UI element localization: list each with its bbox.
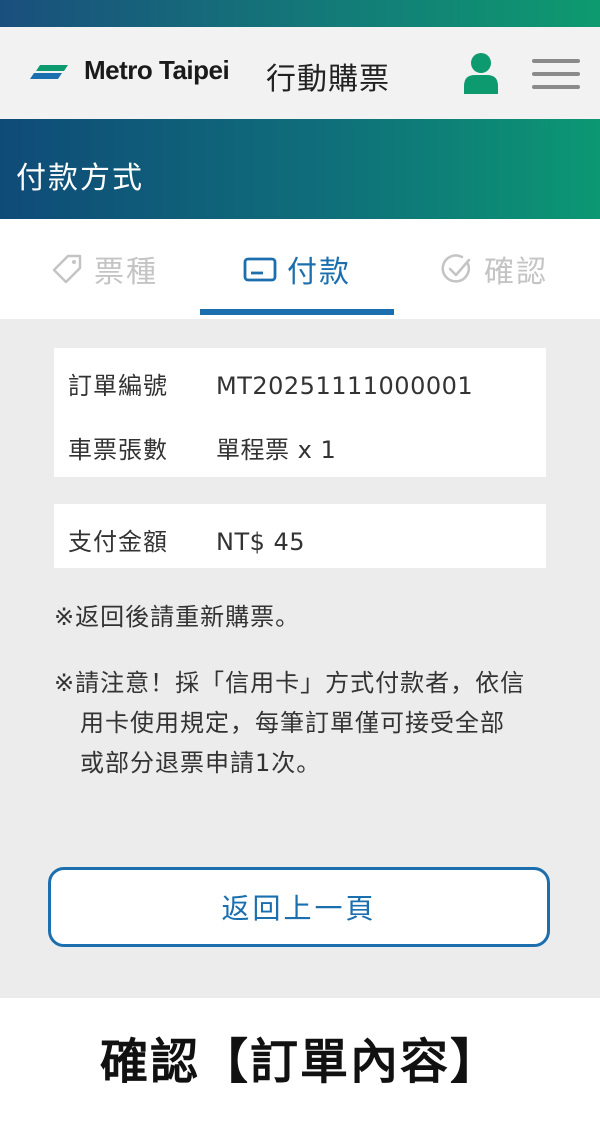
credit-card-note-line: ※請注意！採「信用卡」方式付款者，依信 bbox=[54, 669, 526, 697]
check-circle-icon bbox=[441, 254, 471, 283]
amount-row: 支付金額 NT$ 45 bbox=[68, 522, 305, 557]
page-banner: 付款方式 bbox=[0, 119, 600, 219]
caption: 確認【訂單內容】 bbox=[99, 1034, 500, 1090]
main-content: 訂單編號 MT20251111000001 車票張數 單程票 x 1 支付金額 NT$… bbox=[0, 319, 600, 998]
user-icon[interactable] bbox=[462, 52, 500, 94]
ticket-icon bbox=[52, 254, 82, 284]
app-header: Metro Taipei 行動購票 bbox=[0, 27, 600, 119]
credit-card-note-line: 用卡使用規定，每筆訂單僅可接受全部 bbox=[80, 709, 505, 737]
step-payment: 付款 bbox=[243, 247, 351, 291]
page-title: 付款方式 bbox=[16, 161, 144, 196]
status-bar bbox=[0, 0, 600, 27]
back-button[interactable]: 返回上一頁 bbox=[48, 867, 550, 947]
step-label: 確認 bbox=[484, 255, 548, 290]
step-label: 票種 bbox=[94, 255, 158, 290]
metro-logo-icon bbox=[30, 65, 68, 79]
payment-amount-card: 支付金額 NT$ 45 bbox=[54, 504, 546, 568]
active-step-underline bbox=[200, 309, 394, 315]
hamburger-menu-icon[interactable] bbox=[532, 59, 580, 89]
step-ticket-type: 票種 bbox=[50, 247, 158, 291]
step-indicator: 票種 付款 確認 bbox=[0, 219, 600, 319]
app-title: 行動購票 bbox=[266, 62, 390, 97]
step-label: 付款 bbox=[287, 255, 351, 290]
ticket-count-label: 車票張數 bbox=[68, 436, 168, 464]
order-number-value: MT20251111000001 bbox=[216, 372, 474, 400]
order-number-row: 訂單編號 MT20251111000001 bbox=[68, 366, 473, 401]
ticket-count-row: 車票張數 單程票 x 1 bbox=[68, 430, 336, 465]
order-number-label: 訂單編號 bbox=[68, 372, 168, 400]
return-note: ※返回後請重新購票。 bbox=[54, 603, 301, 631]
amount-label: 支付金額 bbox=[68, 528, 168, 556]
step-confirm: 確認 bbox=[440, 247, 548, 291]
order-info-card: 訂單編號 MT20251111000001 車票張數 單程票 x 1 bbox=[54, 348, 546, 477]
amount-value: NT$ 45 bbox=[216, 528, 306, 556]
credit-card-note: ※請注意！採「信用卡」方式付款者，依信 用卡使用規定，每筆訂單僅可接受全部 或部… bbox=[54, 663, 554, 783]
ticket-count-value: 單程票 x 1 bbox=[216, 436, 337, 464]
brand-name: Metro Taipei bbox=[84, 55, 230, 85]
card-icon bbox=[243, 257, 277, 282]
credit-card-note-line: 或部分退票申請1次。 bbox=[80, 749, 322, 777]
